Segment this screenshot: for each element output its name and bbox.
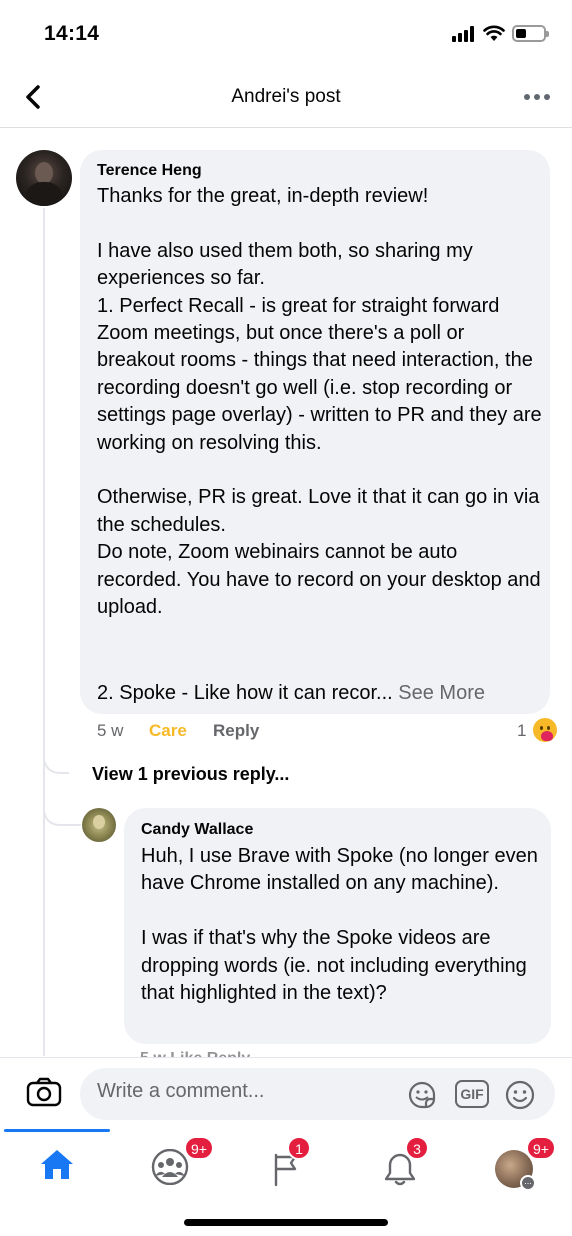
- comment-input[interactable]: [97, 1080, 397, 1103]
- thread-line: [43, 208, 45, 1056]
- tab-notifications[interactable]: 3: [371, 1136, 431, 1189]
- home-indicator: [184, 1219, 388, 1226]
- more-options-button[interactable]: [524, 92, 552, 102]
- tab-bar: 9+ 1 3 ... 9+: [0, 1129, 572, 1193]
- avatar[interactable]: [82, 808, 116, 842]
- pages-badge: 1: [287, 1136, 311, 1160]
- comment-text: Thanks for the great, in-depth review! I…: [97, 185, 542, 619]
- menu-icon: ...: [520, 1175, 536, 1191]
- comment-composer: GIF: [0, 1057, 572, 1129]
- comment-truncated-line: 2. Spoke - Like how it can recor... See …: [97, 680, 485, 707]
- tab-home[interactable]: [27, 1139, 87, 1189]
- menu-badge: 9+: [526, 1136, 556, 1160]
- reply-text: Huh, I use Brave with Spoke (no longer e…: [141, 845, 538, 1005]
- sticker-icon[interactable]: [406, 1079, 438, 1111]
- emoji-icon[interactable]: [504, 1079, 536, 1111]
- tab-pages[interactable]: 1: [257, 1136, 317, 1189]
- active-tab-indicator: [4, 1129, 110, 1132]
- thread-connector: [43, 740, 69, 774]
- avatar[interactable]: [16, 150, 72, 206]
- reaction-count[interactable]: 1: [517, 721, 526, 741]
- tab-menu[interactable]: ... 9+: [490, 1136, 556, 1191]
- reply-button[interactable]: Reply: [213, 721, 259, 741]
- status-time: 14:14: [44, 22, 100, 45]
- thread-connector: [43, 790, 81, 826]
- battery-icon: [512, 25, 549, 42]
- post-header: Andrei's post: [0, 66, 572, 128]
- care-reaction-icon[interactable]: [533, 718, 557, 742]
- tab-groups[interactable]: 9+: [140, 1136, 214, 1189]
- wifi-icon: [483, 25, 505, 41]
- home-icon: [41, 1150, 73, 1179]
- cellular-signal-icon: [452, 26, 476, 42]
- comment-author[interactable]: Terence Heng: [97, 162, 202, 180]
- groups-badge: 9+: [184, 1136, 214, 1160]
- comment-truncated-text: 2. Spoke - Like how it can recor...: [97, 682, 393, 704]
- care-reaction-button[interactable]: Care: [149, 721, 187, 741]
- status-bar: 14:14: [0, 0, 572, 66]
- reply-bubble[interactable]: Candy Wallace Huh, I use Brave with Spok…: [124, 808, 551, 1044]
- reply-author[interactable]: Candy Wallace: [141, 821, 253, 839]
- view-previous-replies-link[interactable]: View 1 previous reply...: [92, 764, 289, 785]
- profile-avatar: ...: [495, 1150, 536, 1191]
- camera-icon[interactable]: [26, 1077, 62, 1107]
- groups-icon: [151, 1149, 189, 1185]
- comment-box[interactable]: GIF: [80, 1068, 555, 1120]
- gif-button[interactable]: GIF: [455, 1080, 489, 1108]
- notifications-badge: 3: [405, 1136, 429, 1160]
- see-more-link[interactable]: See More: [398, 682, 485, 704]
- page-title: Andrei's post: [231, 86, 341, 107]
- comment-timestamp[interactable]: 5 w: [97, 721, 123, 741]
- comment-bubble[interactable]: Terence Heng Thanks for the great, in-de…: [80, 150, 550, 714]
